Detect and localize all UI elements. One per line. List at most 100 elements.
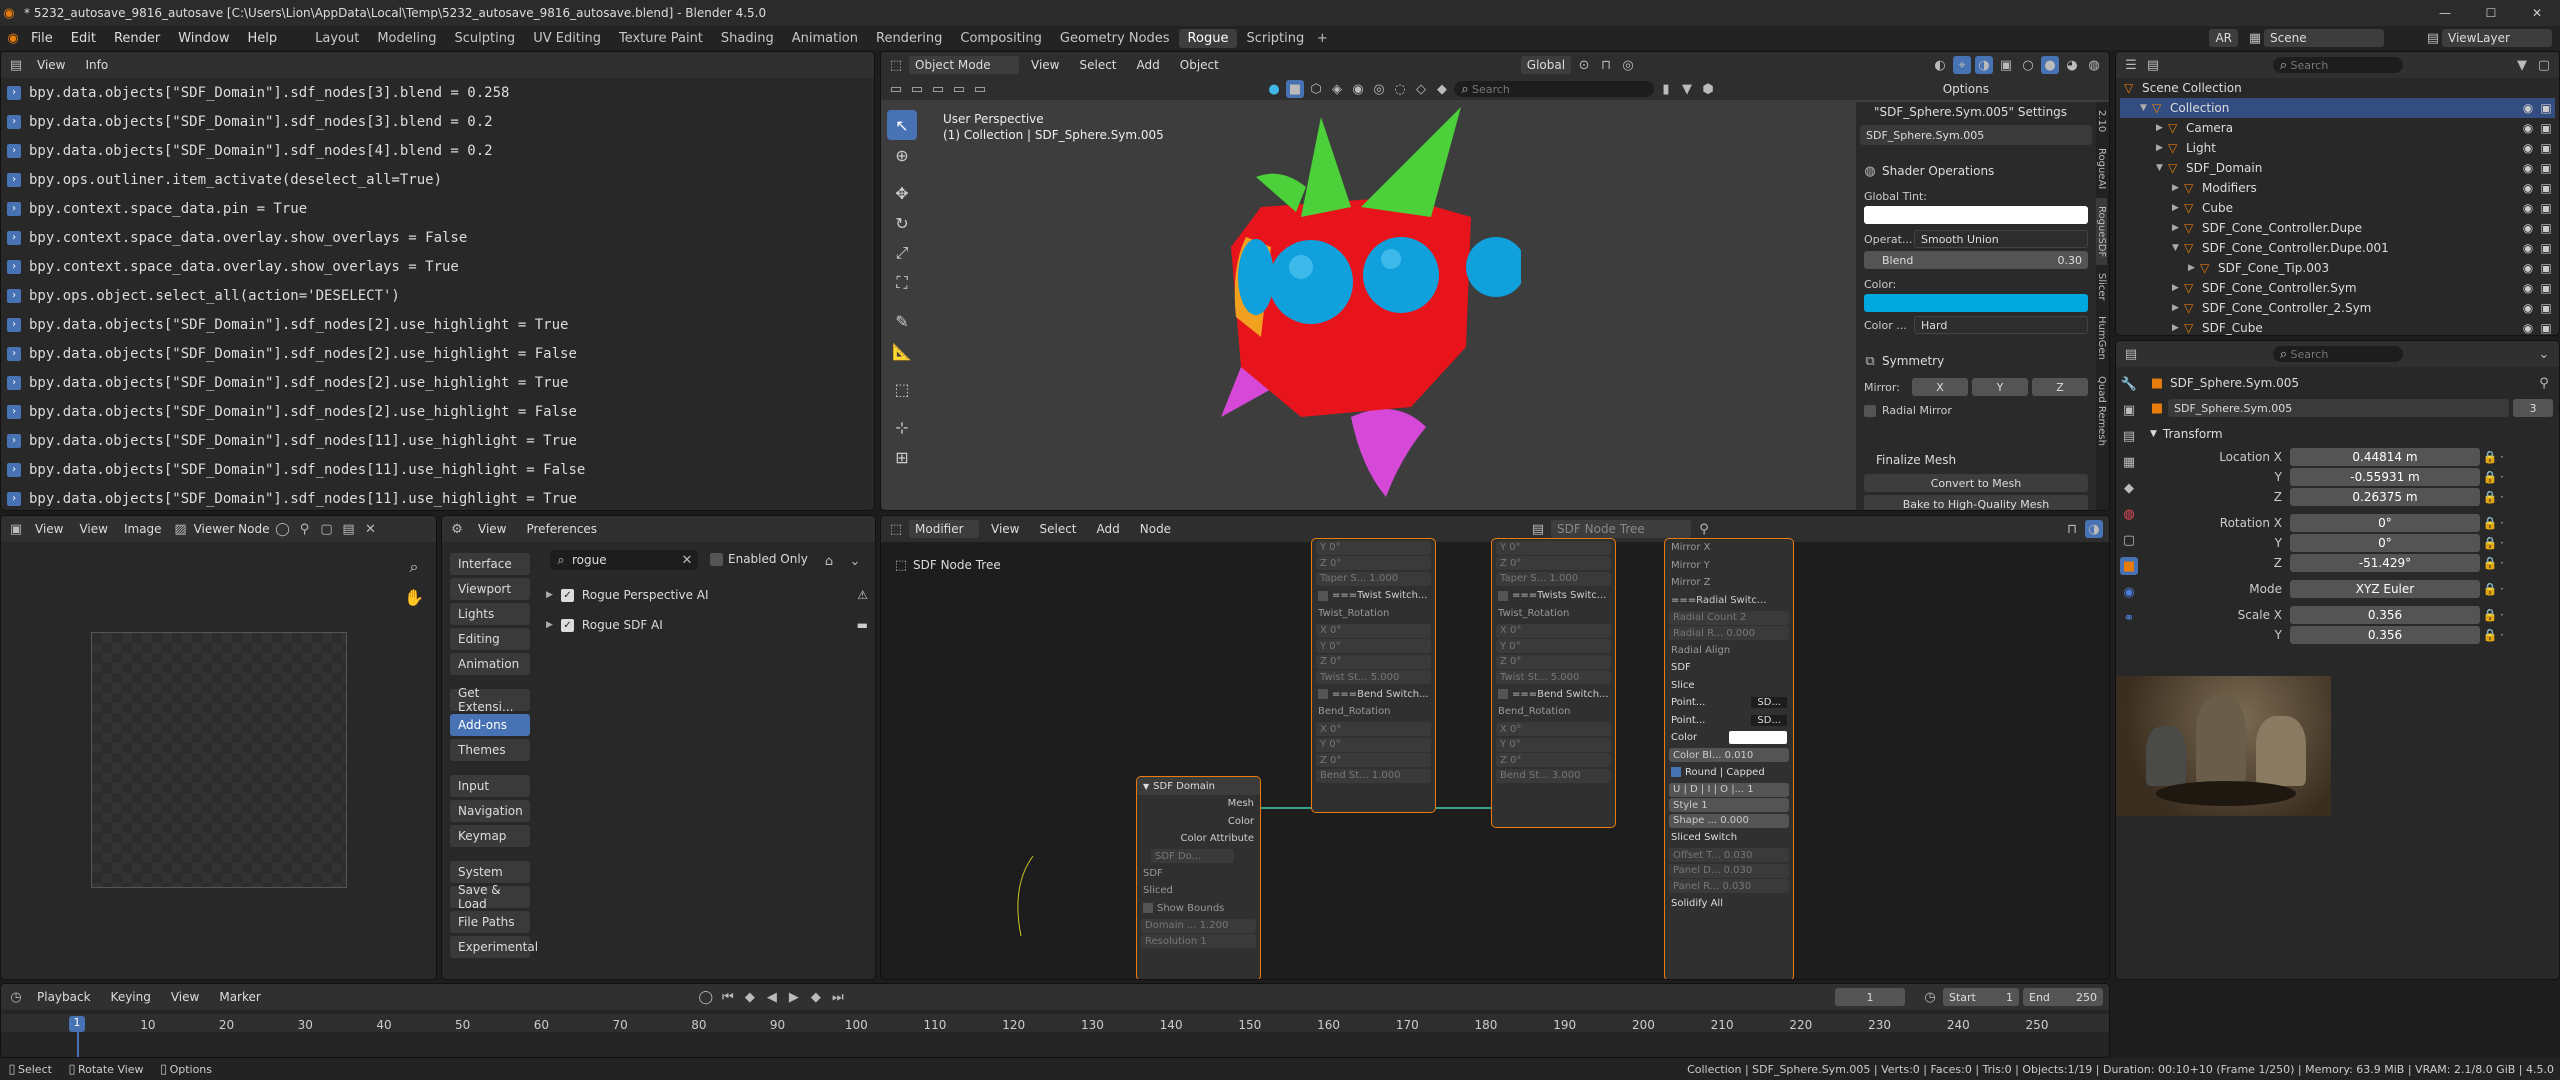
- clear-search-icon[interactable]: ✕: [680, 551, 694, 569]
- object-name-field[interactable]: SDF_Sphere.Sym.005: [2168, 399, 2509, 417]
- transform-row-value[interactable]: 0°: [2290, 534, 2480, 552]
- twist-switch-row[interactable]: ===Twists Switc...: [1492, 587, 1615, 605]
- outliner-row[interactable]: ▶ ▽ SDF_Cube ◉ ▣: [2120, 318, 2555, 335]
- select-tool[interactable]: ↖: [887, 110, 917, 140]
- bend-switch-row[interactable]: ===Bend Switch...: [1312, 686, 1435, 704]
- bend-rotation-field[interactable]: Z 0°: [1496, 753, 1611, 767]
- close-button[interactable]: ✕: [2514, 6, 2560, 20]
- expand-icon[interactable]: ▶: [2172, 323, 2184, 333]
- physics-tab-icon[interactable]: ◉: [2120, 583, 2138, 601]
- pref-category-file-paths[interactable]: File Paths: [450, 911, 530, 933]
- expand-icon[interactable]: ▶: [2172, 303, 2184, 313]
- round-capped-checkbox[interactable]: [1671, 767, 1681, 778]
- radial-mirror-checkbox[interactable]: [1864, 404, 1876, 417]
- sdf-domain-node[interactable]: ▼ SDF Domain Mesh Color Color Attribute …: [1136, 776, 1261, 979]
- lock-icon[interactable]: 🔒: [2480, 516, 2500, 530]
- play-reverse-icon[interactable]: ◀: [763, 988, 781, 1006]
- info-menu-info[interactable]: Info: [77, 58, 116, 72]
- offset-field[interactable]: Offset T... 0.030: [1669, 848, 1789, 862]
- rogue-tool-6-icon[interactable]: ◌: [1391, 80, 1409, 98]
- twist-node-1[interactable]: Y 0° Z 0° Taper S... 1.000 ===Twist Switch.…: [1311, 538, 1436, 813]
- pref-category-save-load[interactable]: Save & Load: [450, 883, 530, 911]
- workspace-tab-scripting[interactable]: Scripting: [1237, 29, 1313, 48]
- menu-edit[interactable]: Edit: [62, 31, 105, 46]
- node-editor[interactable]: ⬚ Modifier View Select Add Node ▤ SDF No…: [880, 515, 2110, 980]
- expand-icon[interactable]: ▶: [2172, 183, 2184, 193]
- record-icon[interactable]: ◯: [697, 988, 715, 1006]
- image-browse-icon[interactable]: ▨: [172, 520, 190, 538]
- image-menu-view-a[interactable]: View: [29, 522, 69, 536]
- expand-icon[interactable]: ▶: [546, 590, 553, 600]
- pref-category-interface[interactable]: Interface: [450, 553, 530, 575]
- info-log-line[interactable]: › bpy.data.objects["SDF_Domain"].sdf_node…: [1, 339, 874, 368]
- info-log-line[interactable]: › bpy.ops.outliner.item_activate(deselect…: [1, 165, 874, 194]
- tab-slicer[interactable]: Slicer: [2096, 265, 2107, 309]
- outliner-row[interactable]: ▶ ▽ SDF_Cone_Controller.Sym ◉ ▣: [2120, 278, 2555, 298]
- viewport-menu-select[interactable]: Select: [1071, 58, 1124, 72]
- outliner-row[interactable]: ▼ ▽ Collection ◉ ▣: [2120, 98, 2555, 118]
- info-log-line[interactable]: › bpy.data.objects["SDF_Domain"].sdf_node…: [1, 310, 874, 339]
- render-visibility-icon[interactable]: ▣: [2537, 141, 2555, 155]
- filter-icon[interactable]: ▼: [2513, 56, 2531, 74]
- pref-category-add-ons[interactable]: Add-ons: [450, 714, 530, 736]
- node-field[interactable]: Taper S... 1.000: [1316, 571, 1431, 586]
- bend-switch-checkbox[interactable]: [1498, 689, 1508, 700]
- render-visibility-icon[interactable]: ▣: [2537, 121, 2555, 135]
- radial-align-row[interactable]: Radial Align: [1665, 642, 1793, 660]
- radial-switch-row[interactable]: ===Radial Switc...: [1665, 592, 1793, 610]
- rogue-tool-4-icon[interactable]: ◉: [1349, 80, 1367, 98]
- proportional-edit-icon[interactable]: ◎: [1619, 56, 1637, 74]
- workspace-tab-geometry-nodes[interactable]: Geometry Nodes: [1051, 29, 1179, 48]
- point-2-row[interactable]: Point... SD...: [1665, 712, 1793, 730]
- select-box-icon[interactable]: ▭: [887, 80, 905, 98]
- sdf-domain-sub-field[interactable]: SDF Do...: [1151, 849, 1234, 863]
- minimize-button[interactable]: —: [2422, 6, 2468, 20]
- outliner-row[interactable]: ▶ ▽ Light ◉ ▣: [2120, 138, 2555, 158]
- solidify-all-row[interactable]: Solidify All: [1665, 895, 1793, 913]
- xray-icon[interactable]: ▣: [1997, 56, 2015, 74]
- info-log-line[interactable]: › bpy.data.objects["SDF_Domain"].sdf_node…: [1, 484, 874, 510]
- style-field[interactable]: Style 1: [1669, 798, 1789, 812]
- rogue-tool-5-icon[interactable]: ◎: [1370, 80, 1388, 98]
- annotate-tool[interactable]: ✎: [887, 306, 917, 336]
- clock-icon[interactable]: ◷: [1921, 988, 1939, 1006]
- sliced-switch-row[interactable]: Sliced Switch: [1665, 829, 1793, 847]
- workspace-tab-texture-paint[interactable]: Texture Paint: [610, 29, 712, 48]
- addon-search[interactable]: ⌕ rogue ✕: [550, 550, 698, 570]
- info-log-line[interactable]: › bpy.context.space_data.overlay.show_ove…: [1, 252, 874, 281]
- radial-count-field[interactable]: Radial Count 2: [1669, 610, 1789, 625]
- gizmo-toggle-icon[interactable]: ⌖: [1953, 56, 1971, 74]
- mirror-y-button[interactable]: Y: [1972, 378, 2028, 396]
- outliner-row[interactable]: ▽ Scene Collection: [2120, 78, 2555, 98]
- object-tab-icon[interactable]: ■: [2120, 557, 2138, 575]
- editor-type-icon[interactable]: ☰: [2122, 56, 2140, 74]
- color-blend-field[interactable]: Color Bl... 0.010: [1669, 748, 1789, 762]
- transform-header[interactable]: ▼ Transform: [2150, 427, 2553, 441]
- workspace-tab-sculpting[interactable]: Sculpting: [445, 29, 524, 48]
- zoom-icon[interactable]: ⌕: [399, 552, 429, 582]
- outliner-row[interactable]: ▼ ▽ SDF_Cone_Controller.Dupe.001 ◉ ▣: [2120, 238, 2555, 258]
- expand-icon[interactable]: ▶: [2156, 123, 2168, 133]
- info-log-line[interactable]: › bpy.ops.object.select_all(action='DESEL…: [1, 281, 874, 310]
- visibility-icon[interactable]: ◉: [2519, 241, 2537, 255]
- next-key-icon[interactable]: ◆: [807, 988, 825, 1006]
- radial-r-field[interactable]: Radial R... 0.000: [1669, 626, 1789, 640]
- render-tab-icon[interactable]: ▣: [2120, 401, 2138, 419]
- filter-icon[interactable]: ▼: [1678, 80, 1696, 98]
- show-bounds-row[interactable]: Show Bounds: [1137, 900, 1260, 918]
- twist-rotation-field[interactable]: Y 0°: [1496, 639, 1611, 653]
- object-name-field[interactable]: SDF_Sphere.Sym.005: [1860, 125, 2092, 145]
- workspace-tab-modeling[interactable]: Modeling: [368, 29, 445, 48]
- jump-end-icon[interactable]: ⏭: [829, 988, 847, 1006]
- bend-strength-field[interactable]: Bend St... 3.000: [1496, 768, 1611, 783]
- render-visibility-icon[interactable]: ▣: [2537, 161, 2555, 175]
- outliner-row[interactable]: ▼ ▽ SDF_Domain ◉ ▣: [2120, 158, 2555, 178]
- maximize-button[interactable]: ☐: [2468, 6, 2514, 20]
- clock-icon[interactable]: ◷: [7, 988, 25, 1006]
- workspace-tab-layout[interactable]: Layout: [306, 29, 368, 48]
- transform-tool[interactable]: ⛶: [887, 268, 917, 298]
- properties-search[interactable]: ⌕ Search: [2272, 346, 2403, 362]
- round-capped-row[interactable]: Round | Capped: [1665, 764, 1793, 782]
- visibility-icon[interactable]: ◉: [2519, 201, 2537, 215]
- twist-rotation-field[interactable]: Z 0°: [1316, 654, 1431, 669]
